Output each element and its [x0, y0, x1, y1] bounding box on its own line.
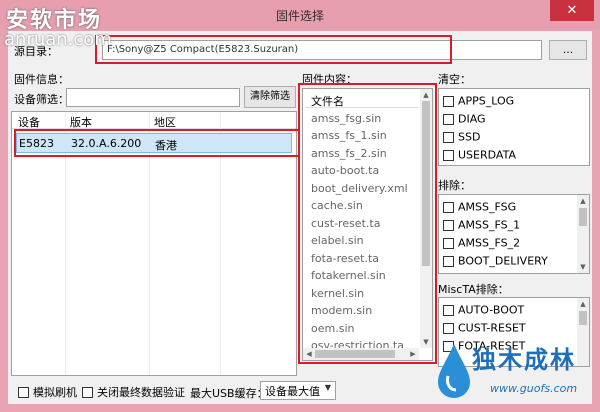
checkbox-box[interactable]	[443, 201, 454, 213]
col-header-device[interactable]: 设备	[18, 114, 40, 130]
exclude-vscrollbar[interactable]: ▲ ▼	[577, 195, 589, 273]
scroll-up-icon[interactable]: ▲	[577, 195, 589, 207]
watermark-title: 独木成林	[472, 345, 576, 374]
device-filter-label: 设备筛选：	[14, 93, 69, 106]
watermark: 独木成林 www.guofs.com	[432, 336, 592, 406]
close-button[interactable]: ✕	[550, 0, 594, 21]
wipe-label: 清空：	[438, 73, 471, 86]
browse-button[interactable]: ...	[549, 40, 587, 60]
miscta-auto-boot-checkbox[interactable]: AUTO-BOOT	[443, 303, 524, 319]
exclude-list: AMSS_FSG AMSS_FS_1 AMSS_FS_2 BOOT_DELIVE…	[438, 194, 590, 274]
brand-url-text: anruan.com	[4, 29, 112, 50]
col-header-region[interactable]: 地区	[154, 114, 176, 130]
checkbox-box[interactable]	[443, 219, 454, 231]
checkbox-box[interactable]	[443, 255, 454, 267]
wipe-userdata-checkbox[interactable]: USERDATA	[443, 148, 516, 164]
firmware-select-window: 安软市场 固件选择 ✕ 源目录： F:\Sony@Z5 Compact(E582…	[0, 0, 600, 412]
scroll-thumb[interactable]	[579, 208, 587, 226]
title-bar[interactable]: 安软市场 固件选择 ✕	[0, 0, 600, 33]
exclude-boot-delivery-checkbox[interactable]: BOOT_DELIVERY	[443, 254, 548, 270]
clear-filter-button[interactable]: 清除筛选	[244, 86, 296, 108]
checkbox-box[interactable]	[82, 386, 93, 398]
device-table[interactable]: 设备 版本 地区 E5823 32.0.A.6.200 香港	[11, 111, 300, 376]
checkbox-box[interactable]	[18, 386, 29, 398]
watermark-url: www.guofs.com	[490, 382, 578, 395]
exclude-label: 排除：	[438, 179, 471, 192]
checkbox-box[interactable]	[443, 149, 454, 161]
checkbox-box[interactable]	[443, 131, 454, 143]
chevron-down-icon[interactable]: ▼	[325, 383, 331, 392]
device-filter-input[interactable]	[66, 88, 240, 107]
window-title: 固件选择	[275, 9, 324, 23]
scroll-down-icon[interactable]: ▼	[577, 261, 589, 273]
usb-buffer-value: 设备最大值	[265, 385, 320, 398]
wipe-ssd-checkbox[interactable]: SSD	[443, 130, 480, 146]
simulate-flash-checkbox[interactable]: 模拟刷机	[18, 384, 77, 400]
col-header-version[interactable]: 版本	[70, 114, 92, 130]
miscta-cust-reset-checkbox[interactable]: CUST-RESET	[443, 321, 526, 337]
exclude-amss-fs1-checkbox[interactable]: AMSS_FS_1	[443, 218, 520, 234]
watermark-drop-icon	[438, 344, 470, 398]
checkbox-box[interactable]	[443, 322, 454, 334]
checkbox-box[interactable]	[443, 95, 454, 107]
firmware-info-label: 固件信息：	[14, 73, 69, 86]
usb-buffer-label: 最大USB缓存：	[190, 387, 268, 400]
scroll-thumb[interactable]	[579, 311, 587, 325]
wipe-list: APPS_LOG DIAG SSD USERDATA	[438, 88, 590, 166]
exclude-amss-fsg-checkbox[interactable]: AMSS_FSG	[443, 200, 516, 216]
firmware-content-highlight	[298, 83, 437, 364]
exclude-amss-fs2-checkbox[interactable]: AMSS_FS_2	[443, 236, 520, 252]
checkbox-box[interactable]	[443, 237, 454, 249]
checkbox-box[interactable]	[443, 113, 454, 125]
wipe-apps-log-checkbox[interactable]: APPS_LOG	[443, 94, 514, 110]
disable-final-verify-checkbox[interactable]: 关闭最终数据验证	[82, 384, 185, 400]
scroll-up-icon[interactable]: ▲	[577, 298, 589, 310]
checkbox-box[interactable]	[443, 304, 454, 316]
usb-buffer-select[interactable]: 设备最大值 ▼	[260, 381, 336, 400]
device-table-header: 设备 版本 地区	[12, 112, 296, 129]
wipe-diag-checkbox[interactable]: DIAG	[443, 112, 486, 128]
miscta-exclude-label: MiscTA排除：	[438, 283, 509, 296]
source-dir-highlight	[95, 35, 452, 64]
device-row-highlight	[14, 129, 300, 157]
